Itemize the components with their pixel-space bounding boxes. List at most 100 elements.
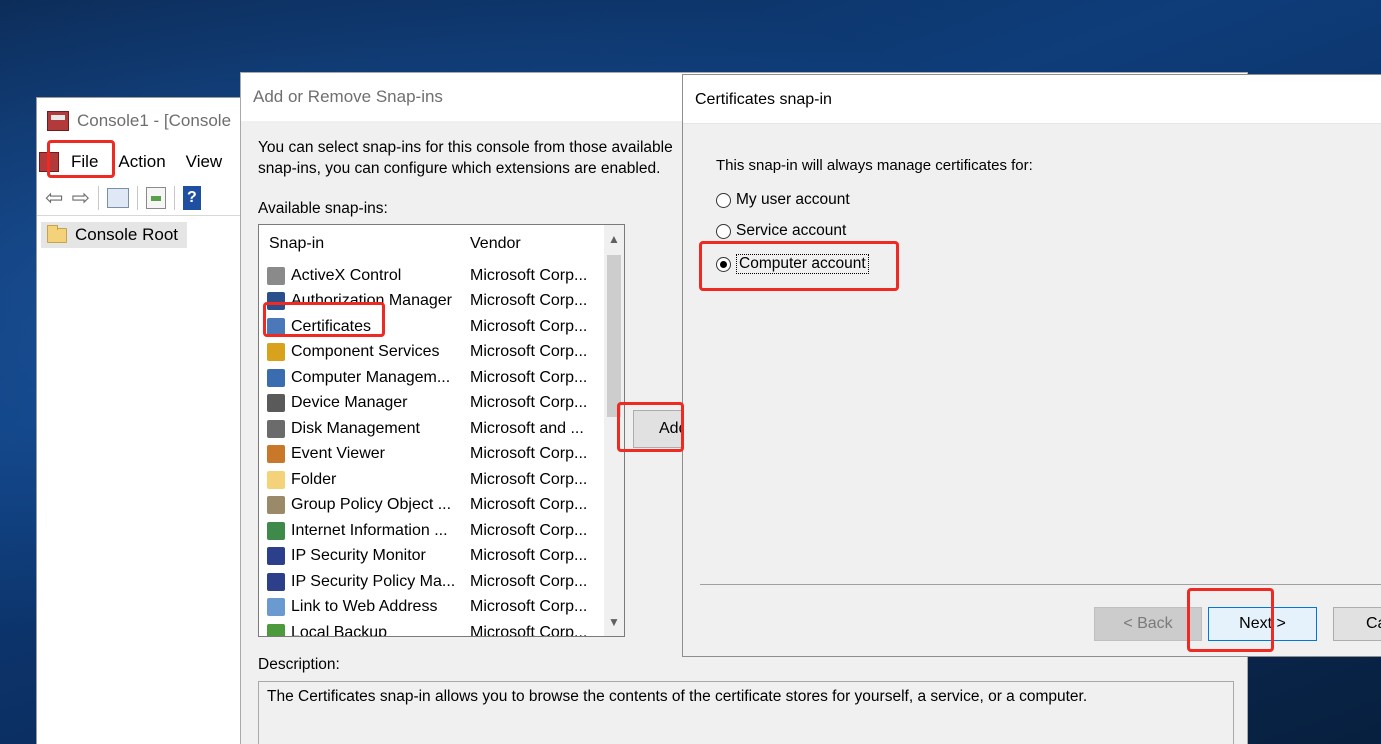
ip-security-policy-icon	[267, 572, 285, 591]
tree-item-label: Console Root	[75, 225, 179, 244]
console-toolbar: ⇦ ⇨ ?	[37, 180, 255, 216]
snapin-name-cell: Event Viewer	[259, 445, 462, 464]
next-button[interactable]: Next >	[1208, 607, 1317, 641]
snapin-vendor: Microsoft Corp...	[470, 292, 588, 310]
snapin-name: Event Viewer	[291, 445, 385, 463]
scrollbar-thumb[interactable]	[607, 255, 621, 417]
snapin-row[interactable]: ActiveX Control Microsoft Corp...	[259, 263, 624, 289]
snapin-row[interactable]: Folder Microsoft Corp...	[259, 467, 624, 493]
snapin-name: Disk Management	[291, 419, 420, 437]
console-title-bar: Console1 - [Console	[37, 98, 255, 144]
snapin-name: ActiveX Control	[291, 266, 402, 284]
radio-label[interactable]: Service account	[736, 222, 846, 240]
snapin-name-cell: Device Manager	[259, 394, 462, 413]
snapin-vendor: Microsoft Corp...	[470, 572, 588, 590]
snapin-row[interactable]: Group Policy Object ... Microsoft Corp...	[259, 493, 624, 519]
snapin-vendor: Microsoft Corp...	[470, 445, 588, 463]
radio-service-account[interactable]: Service account	[716, 222, 846, 240]
radio-label[interactable]: My user account	[736, 191, 850, 209]
snapin-name: Computer Managem...	[291, 368, 451, 386]
cert-prompt-text: This snap-in will always manage certific…	[716, 157, 1033, 174]
snapin-name-cell: Disk Management	[259, 419, 462, 438]
snapin-row[interactable]: Link to Web Address Microsoft Corp...	[259, 595, 624, 621]
snapin-name-cell: Component Services	[259, 343, 462, 362]
snapins-list-header: Snap-in Vendor	[259, 225, 624, 263]
snapin-vendor: Microsoft Corp...	[470, 547, 588, 565]
snapin-row[interactable]: Component Services Microsoft Corp...	[259, 340, 624, 366]
scroll-down-icon[interactable]: ▼	[604, 608, 624, 636]
intro-line-1: You can select snap-ins for this console…	[258, 139, 673, 156]
radio-button-selected[interactable]	[716, 256, 731, 272]
back-button[interactable]: < Back	[1094, 607, 1202, 641]
folder-icon	[267, 470, 285, 489]
snapin-row[interactable]: Device Manager Microsoft Corp...	[259, 391, 624, 417]
cancel-button[interactable]: Ca	[1333, 607, 1381, 641]
back-arrow-icon[interactable]: ⇦	[45, 186, 63, 209]
radio-my-user-account[interactable]: My user account	[716, 191, 850, 209]
snapin-name-cell: Local Backup	[259, 623, 462, 636]
authorization-manager-icon	[267, 292, 285, 311]
radio-button[interactable]	[716, 192, 731, 208]
scroll-up-icon[interactable]: ▲	[604, 225, 624, 253]
snapin-vendor: Microsoft Corp...	[470, 470, 588, 488]
console-menubar: File Action View	[37, 144, 255, 180]
snapin-name: Device Manager	[291, 394, 408, 412]
snapin-name: Certificates	[291, 317, 372, 335]
disk-management-icon	[267, 419, 285, 438]
snapin-vendor: Microsoft Corp...	[470, 623, 588, 637]
ip-security-monitor-icon	[267, 547, 285, 566]
snapin-name-cell: ActiveX Control	[259, 266, 462, 285]
forward-arrow-icon[interactable]: ⇨	[71, 186, 89, 209]
snapin-name: Group Policy Object ...	[291, 496, 452, 514]
toolbar-separator	[136, 185, 138, 210]
snapin-name-cell: IP Security Policy Ma...	[259, 572, 462, 591]
snapin-vendor: Microsoft Corp...	[470, 496, 588, 514]
column-header-vendor[interactable]: Vendor	[462, 235, 592, 253]
console-title: Console1 - [Console	[77, 111, 232, 130]
show-hide-tree-icon[interactable]	[106, 187, 129, 208]
activex-icon	[267, 266, 285, 285]
radio-label[interactable]: Computer account	[736, 254, 869, 274]
snapin-vendor: Microsoft Corp...	[470, 368, 588, 386]
toolbar-separator	[97, 185, 99, 210]
snapin-name-cell: Authorization Manager	[259, 292, 462, 311]
tree-item-console-root[interactable]: Console Root	[41, 222, 187, 248]
snapin-row[interactable]: Internet Information ... Microsoft Corp..…	[259, 518, 624, 544]
snapin-row[interactable]: Event Viewer Microsoft Corp...	[259, 442, 624, 468]
help-icon[interactable]: ?	[182, 185, 201, 210]
snapins-list-scrollbar[interactable]: ▲ ▼	[604, 225, 624, 636]
snapin-row[interactable]: Computer Managem... Microsoft Corp...	[259, 365, 624, 391]
snapin-row[interactable]: Authorization Manager Microsoft Corp...	[259, 289, 624, 315]
radio-button[interactable]	[716, 223, 731, 239]
snapin-name: Link to Web Address	[291, 598, 438, 616]
snapin-name-cell: Group Policy Object ...	[259, 496, 462, 515]
export-list-icon[interactable]	[145, 186, 166, 209]
snapin-row[interactable]: Disk Management Microsoft and ...	[259, 416, 624, 442]
snapin-row[interactable]: Local Backup Microsoft Corp...	[259, 620, 624, 637]
snapin-vendor: Microsoft and ...	[470, 419, 584, 437]
available-snapins-label: Available snap-ins:	[258, 200, 388, 217]
snapin-row[interactable]: IP Security Monitor Microsoft Corp...	[259, 544, 624, 570]
radio-computer-account[interactable]: Computer account	[716, 254, 869, 274]
available-snapins-list[interactable]: Snap-in Vendor ActiveX Control Microsoft …	[258, 224, 625, 637]
snapins-rows: ActiveX Control Microsoft Corp... Authoriz…	[259, 263, 624, 637]
menu-action[interactable]: Action	[112, 148, 171, 176]
snapin-vendor: Microsoft Corp...	[470, 266, 588, 284]
snapin-name-cell: Folder	[259, 470, 462, 489]
snapin-row[interactable]: Certificates Microsoft Corp...	[259, 314, 624, 340]
snapin-name-cell: Computer Managem...	[259, 368, 462, 387]
snapins-intro-text: You can select snap-ins for this console…	[258, 137, 688, 179]
wizard-divider	[700, 584, 1381, 585]
cert-dialog-title: Certificates snap-in	[683, 75, 1381, 124]
snapin-row[interactable]: IP Security Policy Ma... Microsoft Corp..…	[259, 569, 624, 595]
cert-dialog-body: This snap-in will always manage certific…	[683, 124, 1381, 656]
snapin-vendor: Microsoft Corp...	[470, 317, 588, 335]
menu-view[interactable]: View	[180, 148, 229, 176]
description-label: Description:	[258, 656, 340, 673]
local-backup-icon	[267, 623, 285, 636]
column-header-snapin[interactable]: Snap-in	[259, 235, 462, 253]
device-manager-icon	[267, 394, 285, 413]
mmc-system-menu-icon[interactable]	[39, 152, 59, 172]
menu-file[interactable]: File	[65, 148, 104, 176]
intro-line-2: snap-ins, you can configure which extens…	[258, 160, 661, 177]
